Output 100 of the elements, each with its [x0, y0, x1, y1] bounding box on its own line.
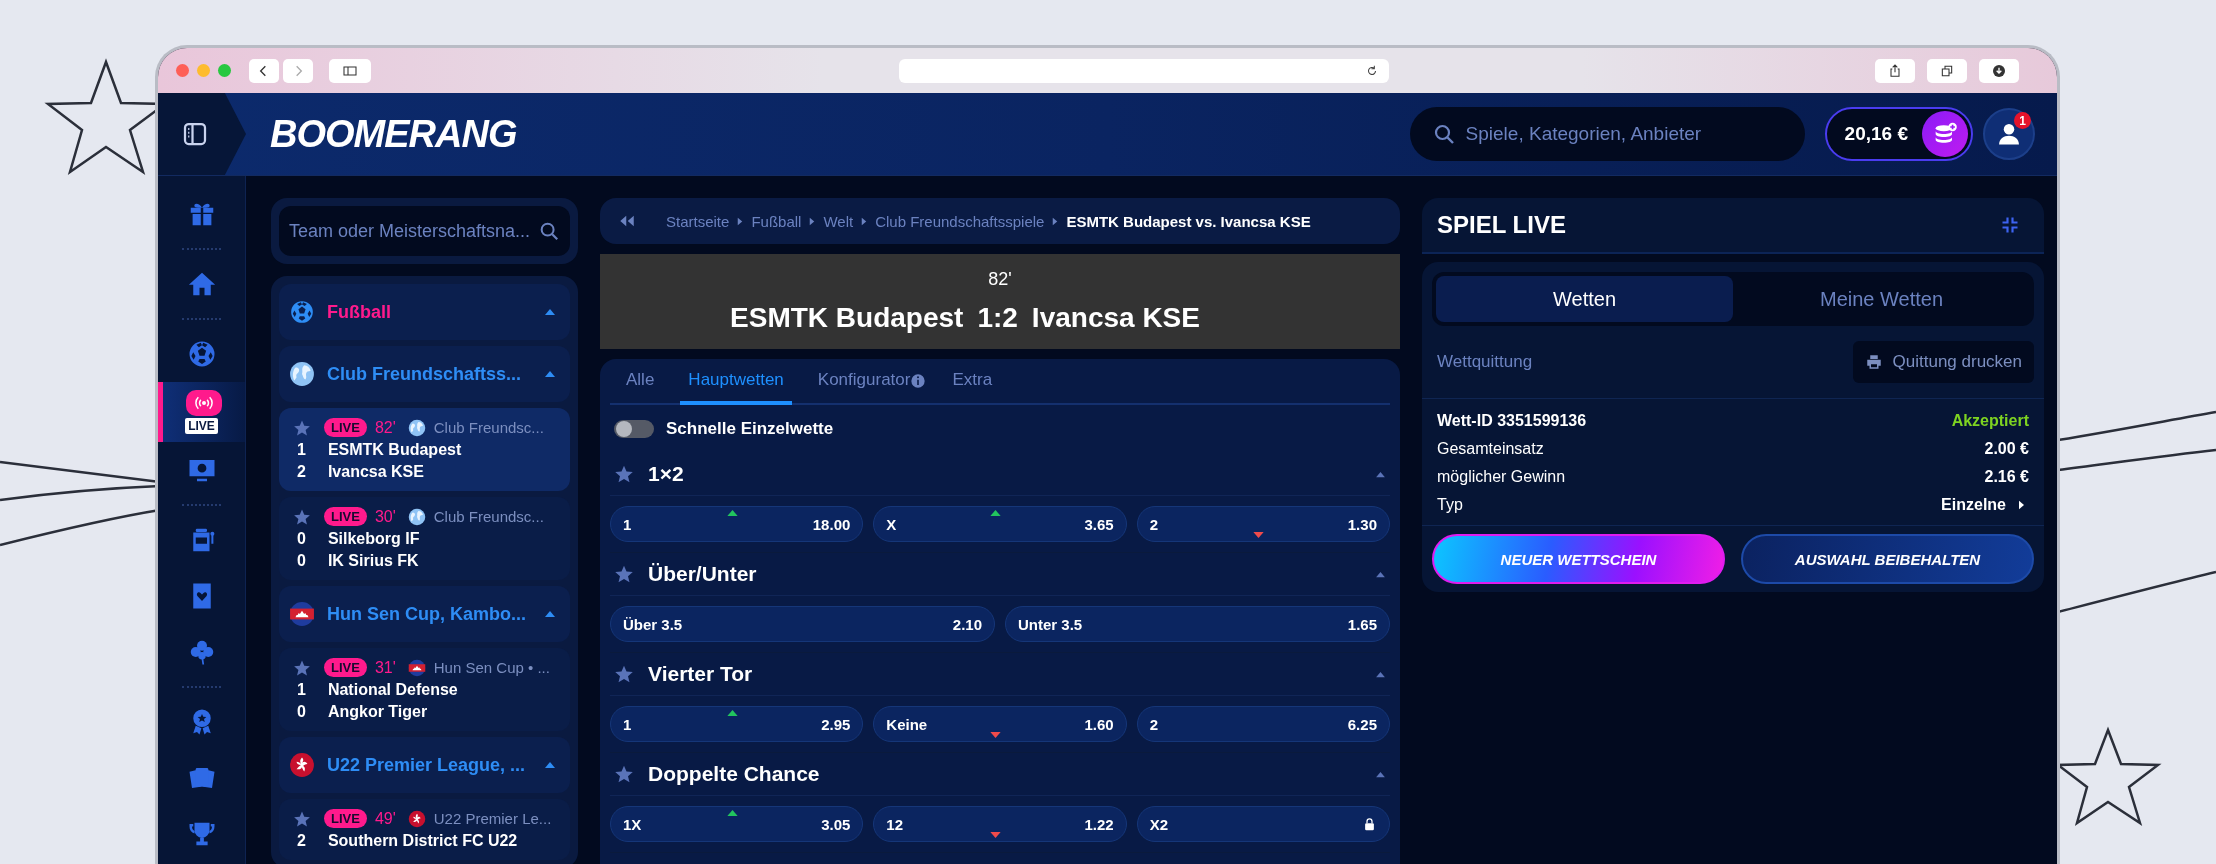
star-icon[interactable] [614, 664, 634, 684]
league-item[interactable]: U22 Premier League, ... [279, 737, 570, 793]
balance-amount: 20,16 € [1844, 123, 1908, 145]
league-item[interactable]: Club Freundschaftss... [279, 346, 570, 402]
info-icon[interactable] [910, 373, 927, 389]
sport-name: Fußball [327, 301, 392, 323]
caret-icon[interactable] [1375, 670, 1386, 678]
live-badge: LIVE [324, 658, 367, 677]
caret-icon[interactable] [544, 610, 556, 618]
odds-button[interactable]: 1 2.95 [610, 706, 864, 742]
team-name: Ivancsa KSE [327, 463, 424, 481]
odds-button[interactable]: 2 6.25 [1136, 706, 1390, 742]
market-tab[interactable]: Konfigurator [809, 359, 919, 405]
sidebar-toggle-button[interactable] [158, 93, 246, 175]
logo[interactable]: BOOMERANG [270, 112, 517, 156]
match-score: 1:2 [977, 302, 1018, 334]
market-tab[interactable]: Extra [944, 359, 1001, 405]
caret-icon[interactable] [1375, 570, 1386, 578]
breadcrumb-link[interactable]: Club Freundschaftsspiele [875, 212, 1045, 230]
chevron-icon [861, 216, 868, 226]
match-card[interactable]: LIVE 31' Hun Sen Cup • ... 1 National Defense 0 Angkor Tiger [279, 648, 570, 731]
match-minute: 82' [374, 418, 396, 437]
live-badge: LIVE [324, 507, 367, 526]
market-title: Über/Unter [648, 562, 758, 586]
globe-icon [407, 418, 426, 437]
reload-icon [1365, 63, 1379, 78]
downloads-button[interactable] [1979, 58, 2019, 83]
league-name: Club Freundsc... [433, 508, 544, 525]
breadcrumb-link[interactable]: ESMTK Budapest vs. Ivancsa KSE [1066, 212, 1311, 230]
match-card[interactable]: LIVE 49' U22 Premier Le... 2 Southern District FC U22 [279, 799, 570, 860]
match-minute: 31' [374, 658, 396, 677]
cambodia-flag-icon [407, 658, 426, 677]
caret-icon[interactable] [544, 761, 556, 769]
share-button[interactable] [1875, 58, 1915, 83]
deposit-button[interactable] [1922, 111, 1968, 157]
back-button[interactable] [249, 58, 279, 83]
caret-icon[interactable] [544, 308, 556, 316]
market-tab[interactable]: Alle [618, 359, 663, 405]
collapse-icon[interactable] [2000, 215, 2020, 235]
match-minute: 30' [374, 507, 396, 526]
notification-badge: 1 [2014, 112, 2031, 129]
search-icon [538, 220, 560, 242]
hong-kong-flag-icon [407, 809, 426, 828]
toggle-label: Schnelle Einzelwette [666, 419, 834, 439]
bet-type-link[interactable]: Einzelne [1941, 496, 2029, 514]
odds-button[interactable]: 1 18.00 [610, 506, 864, 542]
sidebar-button[interactable] [329, 58, 371, 83]
betslip-tab[interactable]: Wetten [1436, 276, 1733, 322]
odds-button[interactable]: 12 1.22 [873, 806, 1127, 842]
caret-icon[interactable] [544, 370, 556, 378]
globe-icon [289, 361, 315, 387]
betslip-tab[interactable]: Meine Wetten [1733, 276, 2030, 322]
receipt-label: Wettquittung [1437, 352, 1533, 372]
match-card[interactable]: LIVE 82' Club Freundsc... 1 ESMTK Budapest 2 Ivancsa KSE [279, 408, 570, 491]
profile-button[interactable]: 1 [1983, 108, 2035, 160]
odds-button[interactable]: X2 [1136, 806, 1390, 842]
team-score: 1 [297, 681, 306, 699]
odds-button[interactable]: Unter 3.5 1.65 [1005, 606, 1390, 642]
toggle-switch[interactable] [614, 420, 654, 438]
team-score: 2 [297, 832, 306, 850]
odds-button[interactable]: 1X 3.05 [610, 806, 864, 842]
match-card[interactable]: LIVE 30' Club Freundsc... 0 Silkeborg IF 0 IK Sirius FK [279, 497, 570, 580]
match-minute: 49' [374, 809, 396, 828]
close-button[interactable] [176, 64, 189, 77]
sport-item[interactable]: Fußball [279, 284, 570, 340]
market-title: Vierter Tor [648, 662, 754, 686]
share-icon [1887, 62, 1903, 79]
breadcrumb-link[interactable]: Welt [823, 212, 854, 230]
market-tab[interactable]: Hauptwetten [680, 359, 792, 405]
search-field[interactable]: Spiele, Kategorien, Anbieter [1409, 107, 1805, 161]
live-button[interactable]: LIVE [158, 382, 245, 442]
caret-icon[interactable] [1375, 770, 1386, 778]
detail-label: Gesamteinsatz [1437, 440, 1544, 458]
team-name: Silkeborg IF [327, 530, 420, 548]
odds-button[interactable]: 2 1.30 [1136, 506, 1390, 542]
star-icon[interactable] [614, 764, 634, 784]
star-icon[interactable] [614, 564, 634, 584]
new-betslip-button[interactable]: NEUER WETTSCHEIN [1432, 534, 1725, 584]
breadcrumb-link[interactable]: Fußball [751, 212, 802, 230]
star-icon[interactable] [614, 464, 634, 484]
address-field[interactable] [899, 58, 1389, 83]
league-item[interactable]: Hun Sen Cup, Kambo... [279, 586, 570, 642]
odds-button[interactable]: X 3.65 [873, 506, 1127, 542]
print-button[interactable]: Quittung drucken [1852, 341, 2034, 383]
broadcast-icon [186, 390, 222, 416]
league-name: U22 Premier Le... [433, 810, 552, 827]
odds-button[interactable]: Über 3.5 2.10 [610, 606, 995, 642]
league-name: U22 Premier League, ... [327, 754, 527, 776]
odds-button[interactable]: Keine 1.60 [873, 706, 1127, 742]
betslip-title: SPIEL LIVE [1437, 211, 1566, 239]
live-badge: LIVE [324, 809, 367, 828]
team-score: 0 [297, 552, 306, 570]
caret-icon[interactable] [1375, 470, 1386, 478]
tabs-button[interactable] [1927, 58, 1967, 83]
search-input[interactable]: Spiele, Kategorien, Anbieter [1465, 107, 1783, 161]
team-score: 0 [297, 703, 306, 721]
breadcrumb-link[interactable]: Startseite [666, 212, 730, 230]
team-score: 0 [297, 530, 306, 548]
keep-selection-button[interactable]: AUSWAHL BEIBEHALTEN [1741, 534, 2034, 584]
download-icon [1991, 62, 2007, 79]
